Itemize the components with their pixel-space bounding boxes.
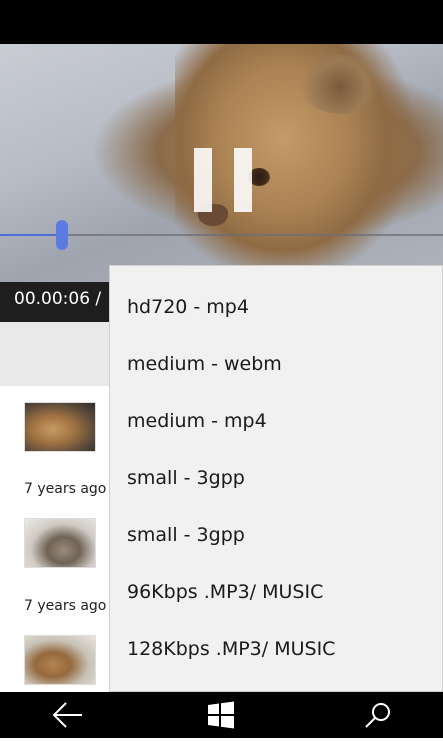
video-thumbnail[interactable]	[24, 402, 96, 452]
video-date: 7 years ago	[24, 598, 107, 614]
status-bar	[0, 0, 443, 44]
video-thumbnail[interactable]	[24, 518, 96, 568]
format-option[interactable]: small - 3gpp	[127, 524, 245, 546]
search-icon[interactable]	[337, 692, 417, 738]
back-icon[interactable]	[26, 692, 106, 738]
format-menu[interactable]: hd720 - mp4 medium - webm medium - mp4 s…	[109, 265, 443, 692]
format-option[interactable]: 128Kbps .MP3/ MUSIC	[127, 638, 335, 660]
format-option[interactable]: medium - webm	[127, 353, 282, 375]
pause-icon[interactable]	[194, 148, 252, 212]
time-label: 00.00:06 /	[14, 289, 102, 309]
format-option[interactable]: hd720 - mp4	[127, 296, 249, 318]
video-frame-ear	[300, 54, 380, 114]
format-option[interactable]: 96Kbps .MP3/ MUSIC	[127, 581, 323, 603]
format-option[interactable]: medium - mp4	[127, 410, 267, 432]
format-option[interactable]: small - 3gpp	[127, 467, 245, 489]
seek-handle[interactable]	[56, 220, 68, 250]
windows-icon[interactable]	[181, 692, 261, 738]
navigation-bar	[0, 692, 443, 738]
video-thumbnail[interactable]	[24, 635, 96, 685]
video-player[interactable]	[0, 44, 443, 282]
seek-progress	[0, 234, 62, 236]
video-date: 7 years ago	[24, 481, 107, 497]
